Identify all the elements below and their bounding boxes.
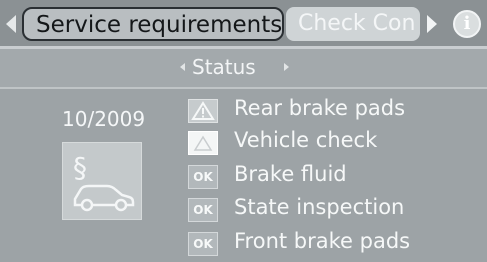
list-item[interactable]: Vehicle check xyxy=(188,128,478,159)
list-item[interactable]: OK Front brake pads xyxy=(188,229,478,260)
item-label: Brake fluid xyxy=(234,162,347,186)
divider xyxy=(0,87,487,89)
item-label: Vehicle check xyxy=(234,128,378,152)
warning-triangle-icon xyxy=(188,99,218,123)
svg-text:§: § xyxy=(73,151,87,184)
status-left-arrow-icon xyxy=(180,63,185,71)
service-date: 10/2009 xyxy=(62,107,146,131)
ok-badge: OK xyxy=(188,165,218,189)
tab-service-requirements[interactable]: Service requirements xyxy=(22,7,284,41)
list-item[interactable]: Rear brake pads xyxy=(188,96,478,127)
service-car-icon: § xyxy=(62,142,142,220)
item-label: State inspection xyxy=(234,195,405,219)
status-right-arrow-icon xyxy=(284,63,289,71)
item-label: Rear brake pads xyxy=(234,96,406,120)
info-icon: i xyxy=(463,13,471,34)
tab-service-requirements-label: Service requirements xyxy=(36,12,283,38)
list-item[interactable]: OK State inspection xyxy=(188,195,478,226)
tab-right-arrow-icon[interactable] xyxy=(427,15,437,33)
tab-check-control[interactable]: Check Cont xyxy=(286,7,420,41)
ok-badge: OK xyxy=(188,198,218,222)
status-selector[interactable]: Status xyxy=(0,49,487,87)
ok-badge: OK xyxy=(188,232,218,256)
info-button[interactable]: i xyxy=(453,10,481,38)
tab-check-control-label: Check Cont xyxy=(298,11,414,36)
service-requirements-screen: Service requirements Check Cont i Status… xyxy=(0,0,487,262)
list-item[interactable]: OK Brake fluid xyxy=(188,162,478,193)
tab-left-arrow-icon[interactable] xyxy=(6,15,16,33)
warning-triangle-icon xyxy=(188,131,218,155)
status-title: Status xyxy=(192,55,256,79)
item-label: Front brake pads xyxy=(234,229,411,253)
tab-bar: Service requirements Check Cont i xyxy=(0,0,487,46)
